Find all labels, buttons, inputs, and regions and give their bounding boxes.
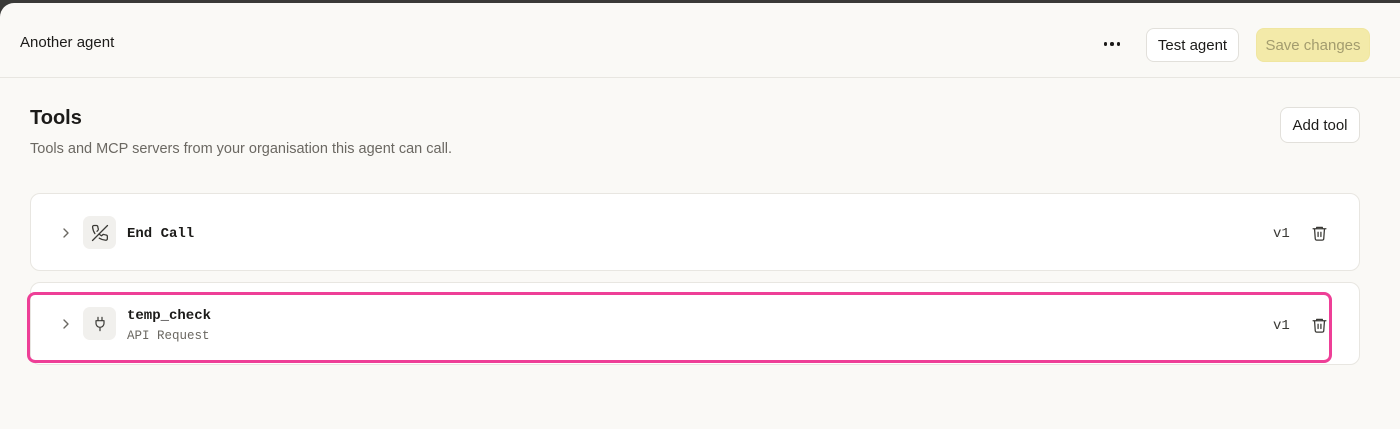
test-agent-button[interactable]: Test agent [1146, 28, 1239, 62]
agent-name: Another agent [20, 34, 115, 51]
phone-off-icon [83, 216, 116, 249]
tool-version: v1 [1273, 318, 1290, 334]
more-options-button[interactable] [1096, 30, 1128, 58]
trash-icon[interactable] [1311, 224, 1328, 242]
trash-icon[interactable] [1311, 316, 1328, 334]
app-window: Another agent Test agent Save changes To… [0, 3, 1400, 429]
chevron-right-icon[interactable] [60, 318, 72, 330]
header-bar: Another agent Test agent Save changes [0, 3, 1400, 78]
save-changes-button[interactable]: Save changes [1256, 28, 1370, 62]
tool-version: v1 [1273, 226, 1290, 242]
section-title: Tools [30, 107, 82, 129]
tool-type: API Request [127, 329, 210, 343]
plug-icon [83, 307, 116, 340]
add-tool-button[interactable]: Add tool [1280, 107, 1360, 143]
tool-row-temp-check[interactable]: temp_check API Request v1 [30, 282, 1360, 365]
chevron-right-icon[interactable] [60, 227, 72, 239]
tool-row-end-call[interactable]: End Call v1 [30, 193, 1360, 271]
tool-name: temp_check [127, 308, 212, 324]
more-horizontal-icon [1103, 42, 1108, 46]
section-subtitle: Tools and MCP servers from your organisa… [30, 141, 453, 157]
tool-name: End Call [127, 226, 195, 242]
